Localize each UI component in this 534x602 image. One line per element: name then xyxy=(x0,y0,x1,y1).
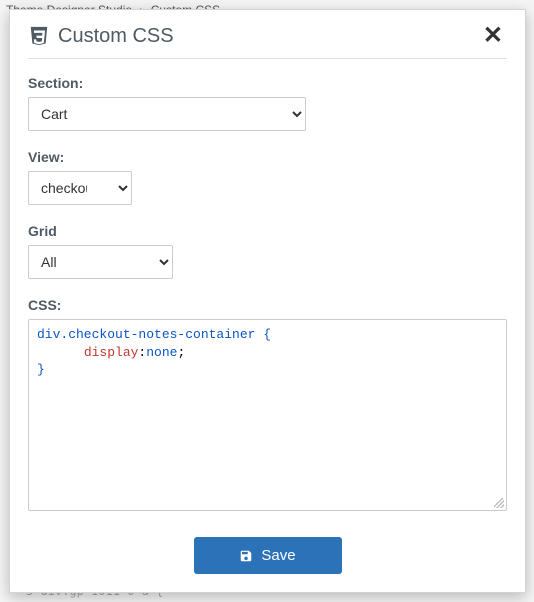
view-select[interactable]: checkout xyxy=(28,171,132,205)
modal-header: Custom CSS ✕ xyxy=(28,24,507,59)
save-button[interactable]: Save xyxy=(194,537,342,574)
save-icon xyxy=(239,549,253,563)
save-button-label: Save xyxy=(261,547,295,564)
view-field: View: checkout xyxy=(28,149,507,205)
css-textarea[interactable]: div.checkout-notes-container { display:n… xyxy=(28,319,507,511)
grid-field: Grid All xyxy=(28,223,507,279)
grid-select[interactable]: All xyxy=(28,245,173,279)
css-field: CSS: div.checkout-notes-container { disp… xyxy=(28,297,507,511)
view-label: View: xyxy=(28,149,507,165)
css3-icon xyxy=(28,25,50,47)
css-label: CSS: xyxy=(28,297,507,313)
modal-footer: Save xyxy=(28,519,507,574)
grid-label: Grid xyxy=(28,223,507,239)
custom-css-modal: Custom CSS ✕ Section: Cart View: checkou… xyxy=(9,9,526,593)
resize-handle-icon[interactable] xyxy=(494,498,504,508)
section-field: Section: Cart xyxy=(28,75,507,131)
close-button[interactable]: ✕ xyxy=(479,24,507,48)
section-select[interactable]: Cart xyxy=(28,97,306,131)
modal-title: Custom CSS xyxy=(58,25,479,48)
section-label: Section: xyxy=(28,75,507,91)
